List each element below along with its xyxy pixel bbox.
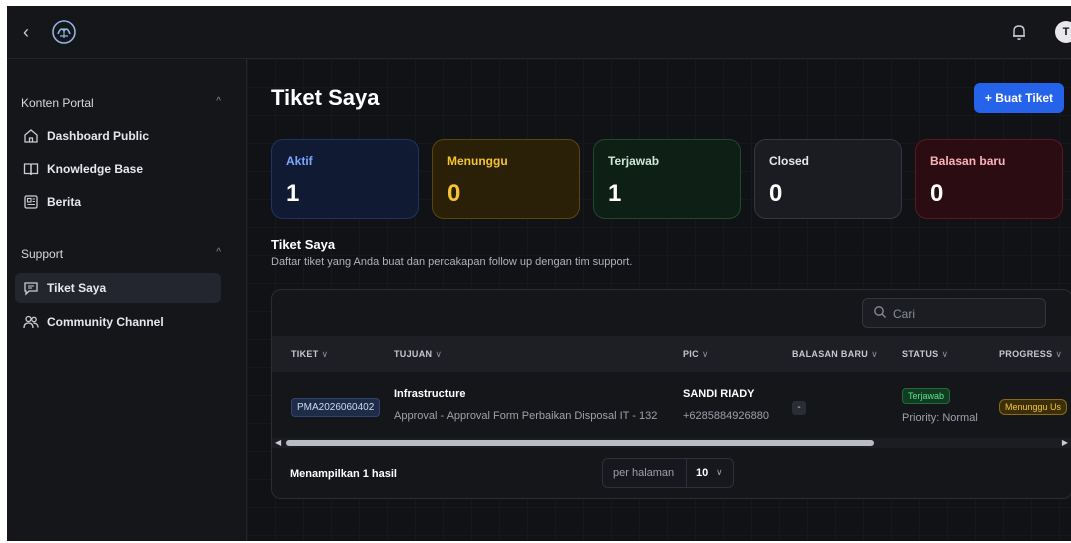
newspaper-icon — [24, 195, 38, 209]
tickets-table-card: TIKET∨ TUJUAN∨ PIC∨ BALASAN BARU∨ STATUS… — [271, 289, 1071, 499]
scroll-right-arrow-icon[interactable]: ▶ — [1062, 438, 1068, 448]
section-title: Support — [21, 247, 64, 261]
stat-card-closed[interactable]: Closed 0 — [754, 139, 902, 219]
section-title: Tiket Saya — [271, 237, 336, 252]
logo-icon — [52, 20, 76, 44]
sidebar-section-konten-portal[interactable]: Konten Portal ^ — [21, 96, 221, 116]
stat-label: Balasan baru — [930, 154, 1006, 168]
per-page-select[interactable]: per halaman 10 ∨ — [602, 458, 734, 488]
top-bar: ‹ T — [7, 6, 1071, 59]
users-icon — [23, 315, 39, 329]
search-input[interactable] — [891, 303, 1043, 325]
pic-phone: +6285884926880 — [683, 410, 769, 422]
column-header-tujuan[interactable]: TUJUAN ∨ — [394, 349, 442, 360]
chevron-left-icon: ‹ — [23, 22, 29, 42]
sidebar-item-label: Community Channel — [47, 315, 164, 329]
section-title: Konten Portal — [21, 96, 94, 110]
chat-icon — [24, 282, 38, 296]
column-header-pic[interactable]: PIC ∨ — [683, 349, 709, 360]
page-title: Tiket Saya — [271, 85, 380, 110]
table-row[interactable]: PMA2026060402 Infrastructure Approval - … — [272, 374, 1071, 438]
sidebar-item-berita[interactable]: Berita — [15, 187, 221, 217]
scroll-left-arrow-icon[interactable]: ◀ — [275, 438, 281, 448]
book-icon — [23, 163, 39, 176]
sidebar: Konten Portal ^ Dashboard Public Knowled… — [7, 59, 247, 541]
priority-text: Priority: Normal — [902, 412, 978, 424]
tujuan-subtitle: Approval - Approval Form Perbaikan Dispo… — [394, 410, 658, 422]
sidebar-item-label: Tiket Saya — [47, 281, 107, 295]
search-icon — [874, 306, 886, 318]
sidebar-item-label: Knowledge Base — [47, 162, 144, 176]
create-ticket-button[interactable]: + Buat Tiket — [974, 83, 1064, 113]
column-header-balasan-baru[interactable]: BALASAN BARU ∨ — [792, 349, 878, 360]
chevron-down-icon: ∨ — [941, 349, 949, 359]
search-box[interactable] — [862, 298, 1046, 328]
sidebar-item-tiket-saya[interactable]: Tiket Saya — [15, 273, 221, 303]
sidebar-item-dashboard-public[interactable]: Dashboard Public — [15, 121, 221, 151]
tujuan-title: Infrastructure — [394, 388, 466, 400]
sidebar-item-label: Dashboard Public — [47, 129, 150, 143]
ticket-id-badge[interactable]: PMA2026060402 — [291, 398, 381, 417]
stat-value: 0 — [769, 180, 783, 207]
balasan-baru-value: - — [792, 401, 806, 415]
stat-value: 0 — [930, 180, 944, 207]
per-page-label: per halaman — [613, 467, 675, 479]
divider — [686, 459, 687, 487]
user-avatar[interactable]: T — [1055, 21, 1071, 43]
stat-label: Terjawab — [608, 154, 660, 168]
column-header-status[interactable]: STATUS ∨ — [902, 349, 948, 360]
stat-label: Closed — [769, 154, 810, 168]
section-description: Daftar tiket yang Anda buat dan percakap… — [271, 256, 633, 268]
sidebar-section-support[interactable]: Support ^ — [21, 247, 221, 267]
stat-card-terjawab[interactable]: Terjawab 1 — [593, 139, 741, 219]
table-header: TIKET ∨ TUJUAN ∨ PIC ∨ BALASAN BARU ∨ STATUS… — [272, 336, 1071, 372]
progress-badge: Menunggu Us — [999, 399, 1068, 415]
stat-card-menunggu[interactable]: Menunggu 0 — [432, 139, 580, 219]
sidebar-item-label: Berita — [47, 195, 82, 209]
column-header-tiket[interactable]: TIKET ∨ — [291, 349, 328, 360]
chevron-down-icon: ∨ — [701, 349, 709, 359]
stat-card-aktif[interactable]: Aktif 1 — [271, 139, 419, 219]
stat-label: Menunggu — [447, 154, 508, 168]
chevron-down-icon: ∨ — [716, 467, 723, 477]
status-badge: Terjawab — [902, 388, 951, 404]
main-content: Tiket Saya + Buat Tiket Aktif 1 Menunggu… — [247, 59, 1071, 541]
horizontal-scrollbar[interactable]: ◀ ▶ — [272, 438, 1071, 448]
sidebar-item-knowledge-base[interactable]: Knowledge Base — [15, 154, 221, 184]
chevron-up-icon: ^ — [216, 247, 221, 258]
back-button[interactable]: ‹ — [23, 22, 43, 42]
bell-icon[interactable] — [1009, 22, 1029, 42]
stat-value: 1 — [286, 180, 300, 207]
app-window: ‹ T Konten Portal ^ Dashboard Public Kno… — [7, 6, 1071, 541]
chevron-down-icon: ∨ — [435, 349, 443, 359]
scrollbar-thumb[interactable] — [286, 440, 874, 446]
chevron-up-icon: ^ — [216, 96, 221, 107]
stat-label: Aktif — [286, 154, 313, 168]
column-header-progress[interactable]: PROGRESS ∨ — [999, 349, 1062, 360]
chevron-down-icon: ∨ — [1055, 349, 1063, 359]
stat-card-balasan-baru[interactable]: Balasan baru 0 — [915, 139, 1063, 219]
chevron-down-icon: ∨ — [321, 349, 329, 359]
home-icon — [24, 129, 38, 143]
results-count: Menampilkan 1 hasil — [290, 468, 397, 480]
per-page-value: 10 — [696, 467, 709, 479]
stat-value: 0 — [447, 180, 461, 207]
pic-name: SANDI RIADY — [683, 388, 755, 400]
sidebar-item-community-channel[interactable]: Community Channel — [15, 307, 221, 337]
chevron-down-icon: ∨ — [871, 349, 878, 359]
stat-value: 1 — [608, 180, 622, 207]
